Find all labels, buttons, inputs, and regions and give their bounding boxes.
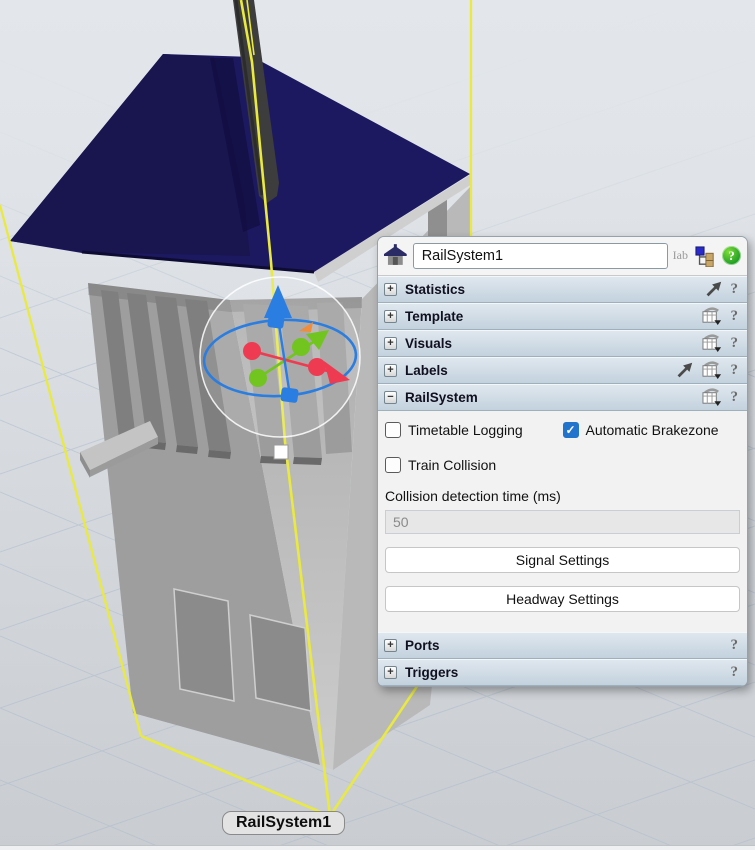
automatic-brakezone-label: Automatic Brakezone [585,421,719,438]
timetable-logging-label: Timetable Logging [408,421,523,438]
viewport-bottom-edge [0,845,755,850]
section-label: Triggers [405,665,459,680]
rename-icon[interactable]: Iab [673,248,688,263]
transform-gizmo[interactable] [199,276,361,438]
headway-settings-button[interactable]: Headway Settings [385,585,740,612]
panel-header: Iab ? [378,237,747,276]
object-name-input[interactable] [412,242,668,269]
timetable-logging-checkbox[interactable] [385,421,401,438]
section-help-icon[interactable]: ? [731,664,741,681]
gizmo-z-handle-top[interactable] [267,314,285,329]
expand-icon[interactable]: + [384,639,397,653]
section-template[interactable]: + Template ? [378,302,747,330]
section-help-icon[interactable]: ? [731,637,741,654]
section-label: Visuals [405,335,453,351]
section-railsystem[interactable]: − RailSystem ? [378,383,747,411]
table-menu-icon[interactable] [702,333,723,353]
table-menu-icon[interactable] [702,387,723,407]
section-help-icon[interactable]: ? [731,308,741,325]
expand-icon[interactable]: + [384,666,397,679]
automatic-brakezone-checkbox[interactable]: ✓ [562,421,579,438]
table-menu-icon[interactable] [702,360,723,380]
section-label: RailSystem [405,389,478,405]
header-icon-cluster: Iab ? [673,245,741,267]
collision-time-input[interactable] [385,509,740,534]
collision-time-label: Collision detection time (ms) [385,487,561,504]
expand-icon[interactable]: + [384,363,397,377]
section-labels[interactable]: + Labels ? [378,356,747,384]
section-help-icon[interactable]: ? [731,281,741,298]
section-help-icon[interactable]: ? [731,362,741,379]
3d-viewport[interactable]: Iab ? + Statistics ? + [0,0,755,850]
help-icon[interactable]: ? [722,246,741,266]
pin-statistics-icon[interactable] [703,279,723,299]
table-menu-icon[interactable] [702,306,723,326]
section-triggers[interactable]: + Triggers ? [378,659,747,686]
collapse-icon[interactable]: − [384,390,397,404]
section-statistics[interactable]: + Statistics ? [378,275,747,303]
resize-handle[interactable] [273,444,289,460]
properties-panel: Iab ? + Statistics ? + [377,236,748,687]
tree-view-icon[interactable] [695,245,715,267]
pin-labels-icon[interactable] [674,360,694,380]
section-ports[interactable]: + Ports ? [378,632,747,660]
signal-settings-button[interactable]: Signal Settings [385,546,740,573]
expand-icon[interactable]: + [384,309,397,323]
section-help-icon[interactable]: ? [731,335,741,352]
object-name-tag: RailSystem1 [222,811,346,835]
section-visuals[interactable]: + Visuals ? [378,329,747,357]
gizmo-z-handle-bottom[interactable] [280,387,299,403]
section-help-icon[interactable]: ? [731,389,741,406]
object-type-house-icon [383,244,407,265]
expand-icon[interactable]: + [384,282,397,296]
section-label: Statistics [405,281,466,297]
train-collision-checkbox[interactable] [385,456,401,473]
section-label: Labels [405,362,448,378]
expand-icon[interactable]: + [384,336,397,350]
section-label: Ports [405,638,440,654]
section-label: Template [405,308,464,324]
train-collision-label: Train Collision [408,456,497,473]
railsystem-section-body: Timetable Logging ✓ Automatic Brakezone … [378,410,747,633]
